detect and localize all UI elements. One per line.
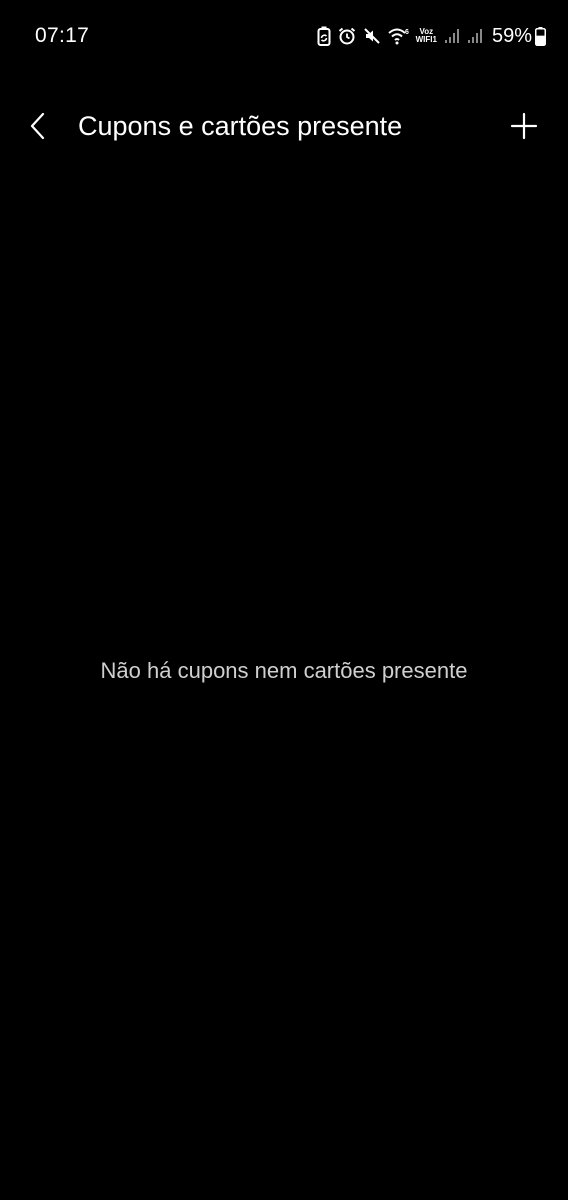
battery-icon (535, 26, 546, 46)
status-icons: 6 Voz WIFI1 59% (310, 22, 546, 50)
svg-text:6: 6 (405, 29, 409, 36)
alarm-icon (338, 27, 356, 45)
signal-icon (444, 28, 460, 44)
plus-icon (510, 112, 538, 140)
voz-label-bottom: WIFI1 (415, 35, 437, 44)
page-title: Cupons e cartões presente (78, 111, 403, 141)
wifi-6-icon: 6 (387, 27, 410, 45)
add-button[interactable] (502, 104, 546, 148)
mute-icon (363, 27, 381, 45)
battery-percent: 59% (491, 25, 532, 47)
app-bar: Cupons e cartões presente (0, 90, 568, 162)
status-time: 07:17 (35, 24, 90, 47)
status-bar: 07:17 6 Voz WIFI1 59% (0, 0, 568, 72)
voz-wifi-label: Voz WIFI1 (416, 28, 437, 44)
empty-state-message: Não há cupons nem cartões presente (100, 658, 468, 683)
battery-saver-icon (317, 26, 331, 46)
chevron-left-icon (30, 112, 45, 140)
back-button[interactable] (20, 104, 56, 148)
signal-icon (467, 28, 483, 44)
